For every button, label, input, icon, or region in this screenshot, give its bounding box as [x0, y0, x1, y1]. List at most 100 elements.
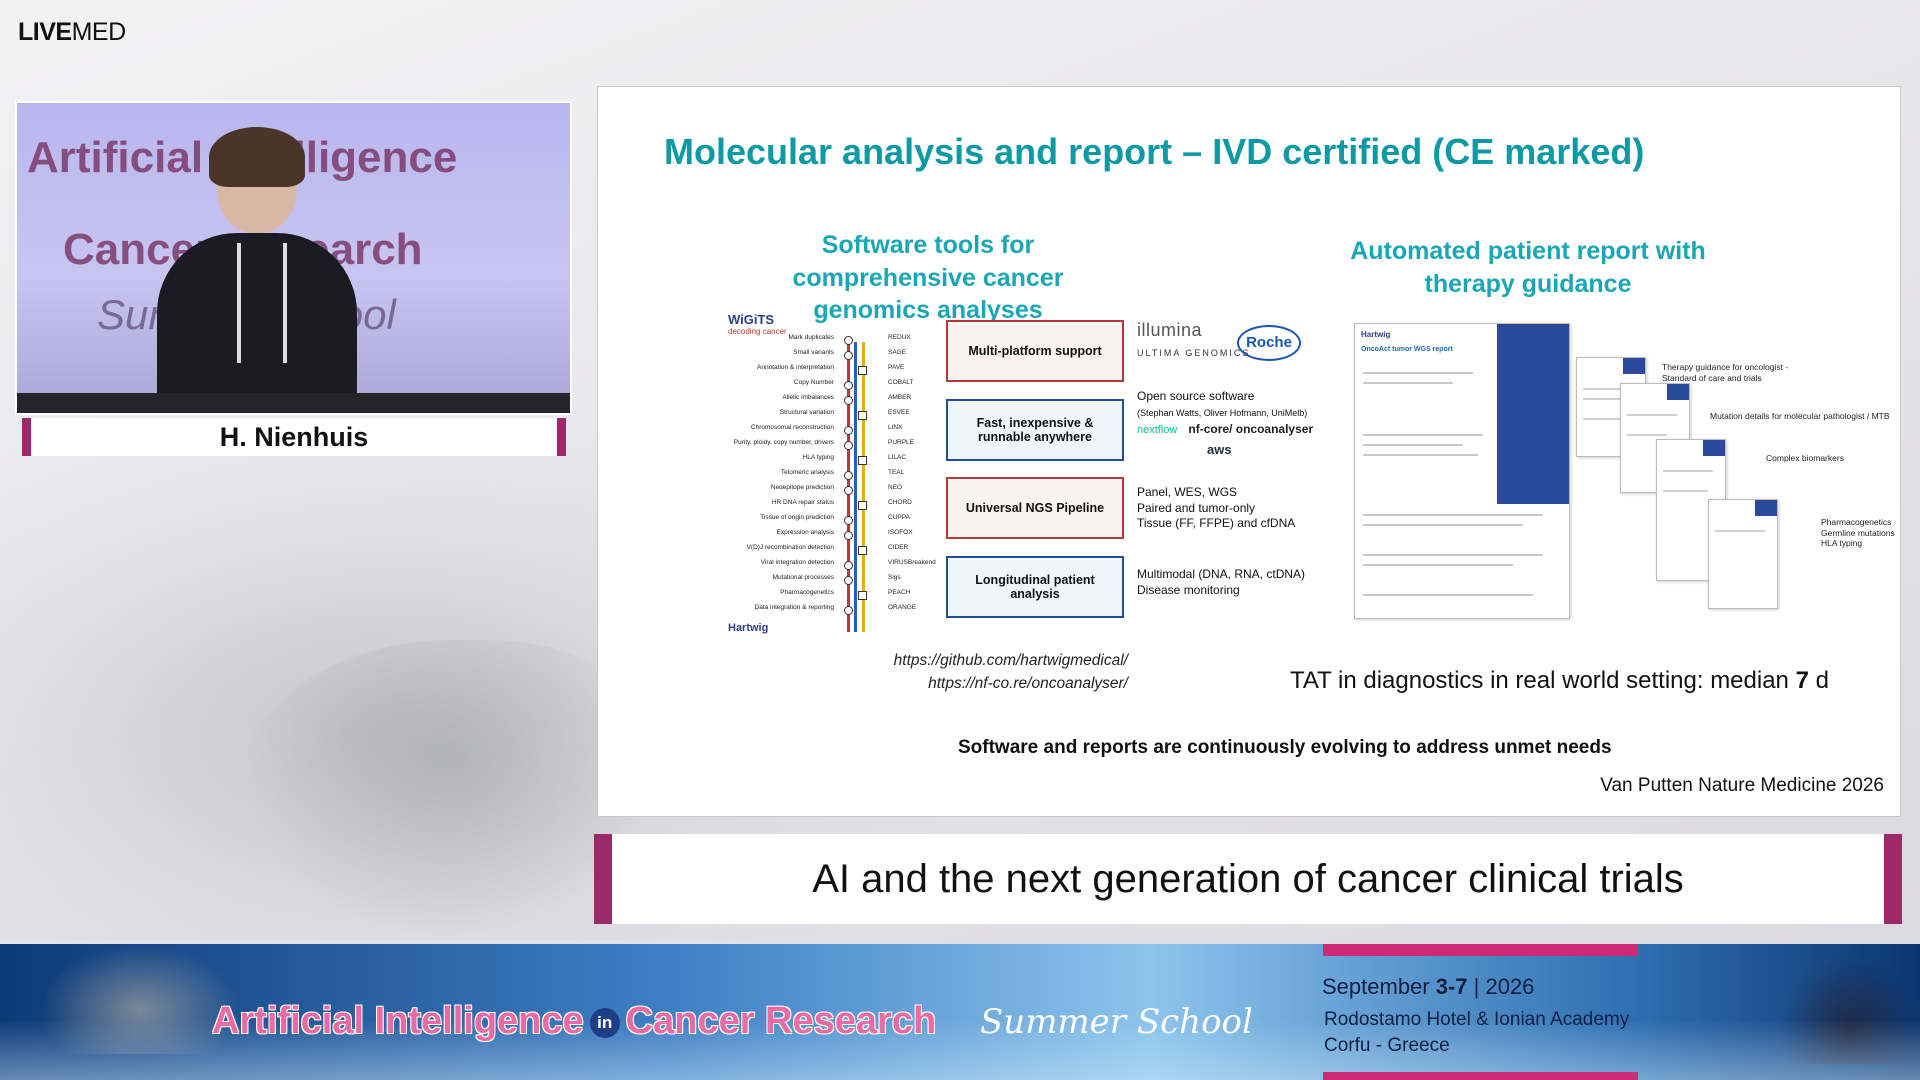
pipeline-step: Structural variation ESVEE: [728, 409, 958, 423]
pipeline-tool-name: REDUX: [888, 334, 911, 341]
nextflow-logo: nextflow: [1137, 424, 1178, 436]
panel-line-2: Paired and tumor-only: [1137, 500, 1256, 515]
pipeline-step-description: HR DNA repair status: [771, 499, 834, 506]
pipeline-step-description: HLA typing: [802, 454, 834, 461]
nfco-link: https://nf-co.re/oncoanalyser/: [928, 675, 1128, 693]
roche-logo: Roche: [1237, 325, 1301, 361]
pipeline-node: [858, 411, 867, 420]
pipeline-step: Tissue of origin prediction CUPPA: [728, 514, 958, 528]
dates-prefix: September: [1322, 974, 1436, 999]
pipeline-node: [858, 546, 867, 555]
pipeline-tool-name: LINX: [888, 424, 903, 431]
pipeline-step-description: Neoepitope prediction: [770, 484, 834, 491]
pipeline-node: [858, 456, 867, 465]
pipeline-tool-name: PURPLE: [888, 439, 915, 446]
pipeline-node: [844, 441, 853, 450]
presentation-slide: Molecular analysis and report – IVD cert…: [597, 86, 1901, 817]
pipeline-step: Expression analysis ISOFOX: [728, 529, 958, 543]
box-fast-inexpensive: Fast, inexpensive & runnable anywhere: [946, 399, 1124, 461]
pipeline-node: [844, 336, 853, 345]
pipeline-tool-name: NEO: [888, 484, 903, 491]
tat-prefix: TAT in diagnostics in real world setting…: [1290, 667, 1796, 694]
pipeline-step-description: Allelic imbalances: [782, 394, 834, 401]
box-universal-pipeline: Universal NGS Pipeline: [946, 477, 1124, 539]
pipeline-node: [844, 531, 853, 540]
pipeline-tool-name: VIRUSBreakend: [888, 559, 936, 566]
event-title-part2: Cancer Research: [625, 1000, 937, 1042]
tat-text: TAT in diagnostics in real world setting…: [1290, 667, 1829, 695]
pipeline-tool-name: Sigs: [888, 574, 901, 581]
logo-light: MED: [71, 18, 127, 46]
pipeline-step-description: Mark duplicates: [788, 334, 834, 341]
nfcore-logo: nf-core/ oncoanalyser: [1188, 422, 1314, 436]
slide-citation: Van Putten Nature Medicine 2026: [1600, 775, 1884, 796]
pipeline-node: [844, 471, 853, 480]
summer-school-label: Summer School: [980, 1002, 1253, 1042]
pipeline-step-description: Viral integration detection: [760, 559, 834, 566]
panel-line-3: Tissue (FF, FFPE) and cfDNA: [1137, 516, 1296, 531]
report-brand: Hartwig: [1361, 330, 1391, 339]
report-title: OncoAct tumor WGS report: [1361, 346, 1453, 353]
label-therapy-guidance: Therapy guidance for oncologist - Standa…: [1662, 362, 1789, 383]
pipeline-tool-name: ISOFOX: [888, 529, 913, 536]
pipeline-step-description: Small variants: [793, 349, 834, 356]
multimodal-line-2: Disease monitoring: [1137, 582, 1240, 597]
multimodal-text: Multimodal (DNA, RNA, ctDNA) Disease mon…: [1137, 567, 1305, 598]
pipeline-step: Mark duplicates REDUX: [728, 334, 958, 348]
banner-accent-bottom: [1323, 1072, 1638, 1080]
right-heading: Automated patient report with therapy gu…: [1350, 237, 1706, 298]
pipeline-step: Viral integration detection VIRUSBreakend: [728, 559, 958, 573]
slide-footer-note: Software and reports are continuously ev…: [958, 737, 1612, 758]
pipeline-step-description: Annotation & interpretation: [757, 364, 834, 371]
pipeline-node: [844, 426, 853, 435]
label-mutation-details: Mutation details for molecular pathologi…: [1710, 411, 1890, 421]
venue-line-1: Rodostamo Hotel & Ionian Academy: [1324, 1009, 1630, 1030]
pipeline-tool-name: SAGE: [888, 349, 907, 356]
github-link: https://github.com/hartwigmedical/: [893, 652, 1128, 669]
pipeline-step-description: Pharmacogenetics: [780, 589, 834, 596]
box-multi-platform: Multi-platform support: [946, 320, 1124, 382]
tool-logos: nextflow nf-core/ oncoanalyser aws: [1137, 422, 1317, 458]
pipeline-tool-name: PEACH: [888, 589, 911, 596]
pipeline-node: [844, 351, 853, 360]
multimodal-line-1: Multimodal (DNA, RNA, ctDNA): [1137, 567, 1306, 581]
pipeline-step: Allelic imbalances AMBER: [728, 394, 958, 408]
wigits-logo: WiGiTS: [728, 312, 775, 327]
pipeline-node: [858, 591, 867, 600]
event-title-in: in: [589, 1007, 620, 1038]
report-thumbnail-5: [1708, 499, 1778, 609]
pipeline-node: [844, 606, 853, 615]
tat-value: 7: [1795, 667, 1809, 694]
pipeline-tool-name: CHORD: [888, 499, 912, 506]
pipeline-tool-name: ORANGE: [888, 604, 917, 611]
event-dates: September 3-7 | 2026: [1322, 974, 1534, 1000]
session-title: AI and the next generation of cancer cli…: [594, 834, 1902, 924]
pipeline-node: [844, 396, 853, 405]
wigits-pipeline-diagram: WiGiTS decoding cancer Mark duplicates RE…: [728, 312, 938, 642]
pipeline-node: [858, 501, 867, 510]
banner-accent-top: [1323, 944, 1638, 956]
pipeline-step: Mutational processes Sigs: [728, 574, 958, 588]
open-source-credit: (Stephan Watts, Oliver Hofmann, UniMelb): [1137, 407, 1308, 418]
pipeline-tool-name: CIDER: [888, 544, 909, 551]
label-complex-biomarkers: Complex biomarkers: [1766, 453, 1844, 463]
pipeline-step: Small variants SAGE: [728, 349, 958, 363]
pipeline-step: Purity, ploidy, copy number, drivers PURP…: [728, 439, 958, 453]
aws-logo: aws: [1207, 441, 1232, 457]
pipeline-step: Annotation & interpretation PAVE: [728, 364, 958, 378]
pipeline-step: Telomeric analysis TEAL: [728, 469, 958, 483]
pipeline-step-description: Telomeric analysis: [780, 469, 834, 476]
pipeline-node: [844, 576, 853, 585]
pipeline-tool-name: COBALT: [888, 379, 914, 386]
pipeline-tool-name: TEAL: [888, 469, 905, 476]
speaker-figure: [137, 127, 377, 413]
open-source-label: Open source software: [1137, 389, 1255, 403]
vendor-logos: illumina Roche ULTIMA GENOMICS: [1137, 319, 1317, 379]
panel-text: Panel, WES, WGS Paired and tumor-only Ti…: [1137, 485, 1295, 532]
venue-line-2: Corfu - Greece: [1324, 1034, 1450, 1056]
panel-line-1: Panel, WES, WGS: [1137, 485, 1238, 499]
speaker-name: H. Nienhuis: [22, 418, 566, 456]
lectern: [17, 393, 570, 413]
report-thumbnail-main: Hartwig OncoAct tumor WGS report: [1354, 323, 1570, 619]
pipeline-tool-name: PAVE: [888, 364, 905, 371]
